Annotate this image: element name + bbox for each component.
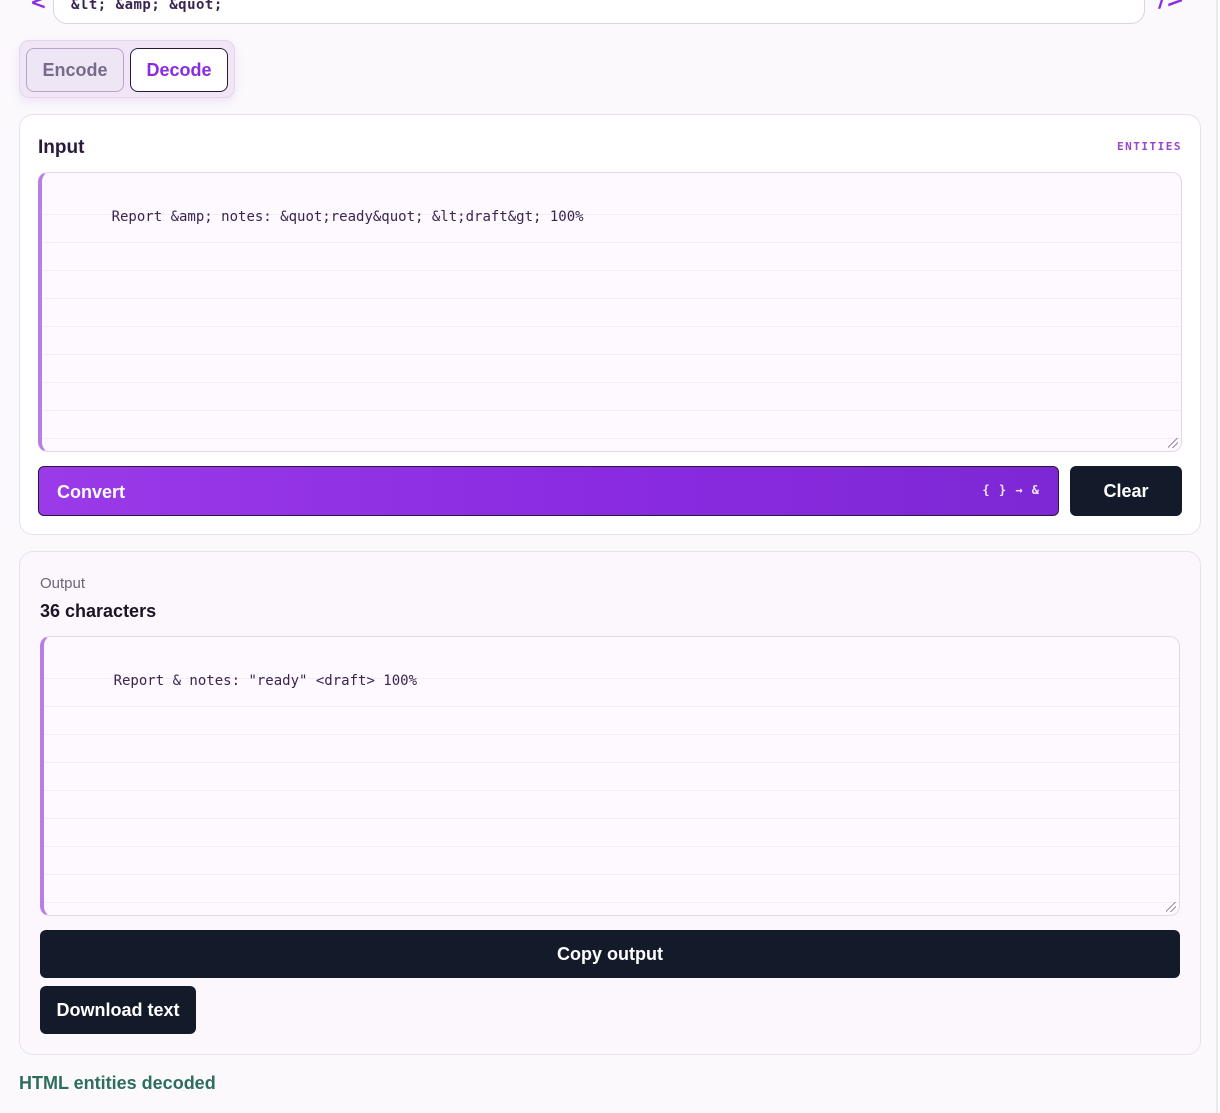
entities-tag: ENTITIES xyxy=(1117,140,1182,153)
output-textarea[interactable]: Report & notes: "ready" <draft> 100% xyxy=(40,636,1180,916)
input-card: Input ENTITIES Report &amp; notes: &quot… xyxy=(19,114,1201,535)
sample-entities-field[interactable]: &lt; &amp; &quot; xyxy=(53,0,1145,24)
output-caption: Output xyxy=(40,575,86,592)
encode-button[interactable]: Encode xyxy=(26,48,124,92)
convert-button[interactable]: Convert { } → & xyxy=(38,466,1059,516)
copy-output-button[interactable]: Copy output xyxy=(40,930,1180,978)
download-text-button[interactable]: Download text xyxy=(40,986,196,1034)
input-textarea[interactable]: Report &amp; notes: &quot;ready&quot; &l… xyxy=(38,172,1182,452)
input-title: Input xyxy=(38,137,85,158)
convert-hint: { } → & xyxy=(982,483,1040,497)
input-text: Report &amp; notes: &quot;ready&quot; &l… xyxy=(111,209,584,225)
convert-label: Convert xyxy=(57,482,126,502)
right-code-icon: /> xyxy=(1158,0,1185,13)
mode-switch: Encode Decode xyxy=(19,40,235,98)
output-card: Output 36 characters Report & notes: "re… xyxy=(19,551,1201,1055)
clear-button[interactable]: Clear xyxy=(1070,466,1182,516)
left-code-icon: < xyxy=(30,0,47,14)
output-resize-handle[interactable] xyxy=(1166,902,1176,912)
decode-button[interactable]: Decode xyxy=(130,48,228,92)
page-background: < &lt; &amp; &quot; /> Encode Decode Inp… xyxy=(0,0,1218,1113)
output-text: Report & notes: "ready" <draft> 100% xyxy=(113,673,418,689)
input-resize-handle[interactable] xyxy=(1168,438,1178,448)
character-count: 36 characters xyxy=(40,601,157,621)
status-message: HTML entities decoded xyxy=(19,1073,216,1093)
sample-entities-value: &lt; &amp; &quot; xyxy=(71,0,223,13)
